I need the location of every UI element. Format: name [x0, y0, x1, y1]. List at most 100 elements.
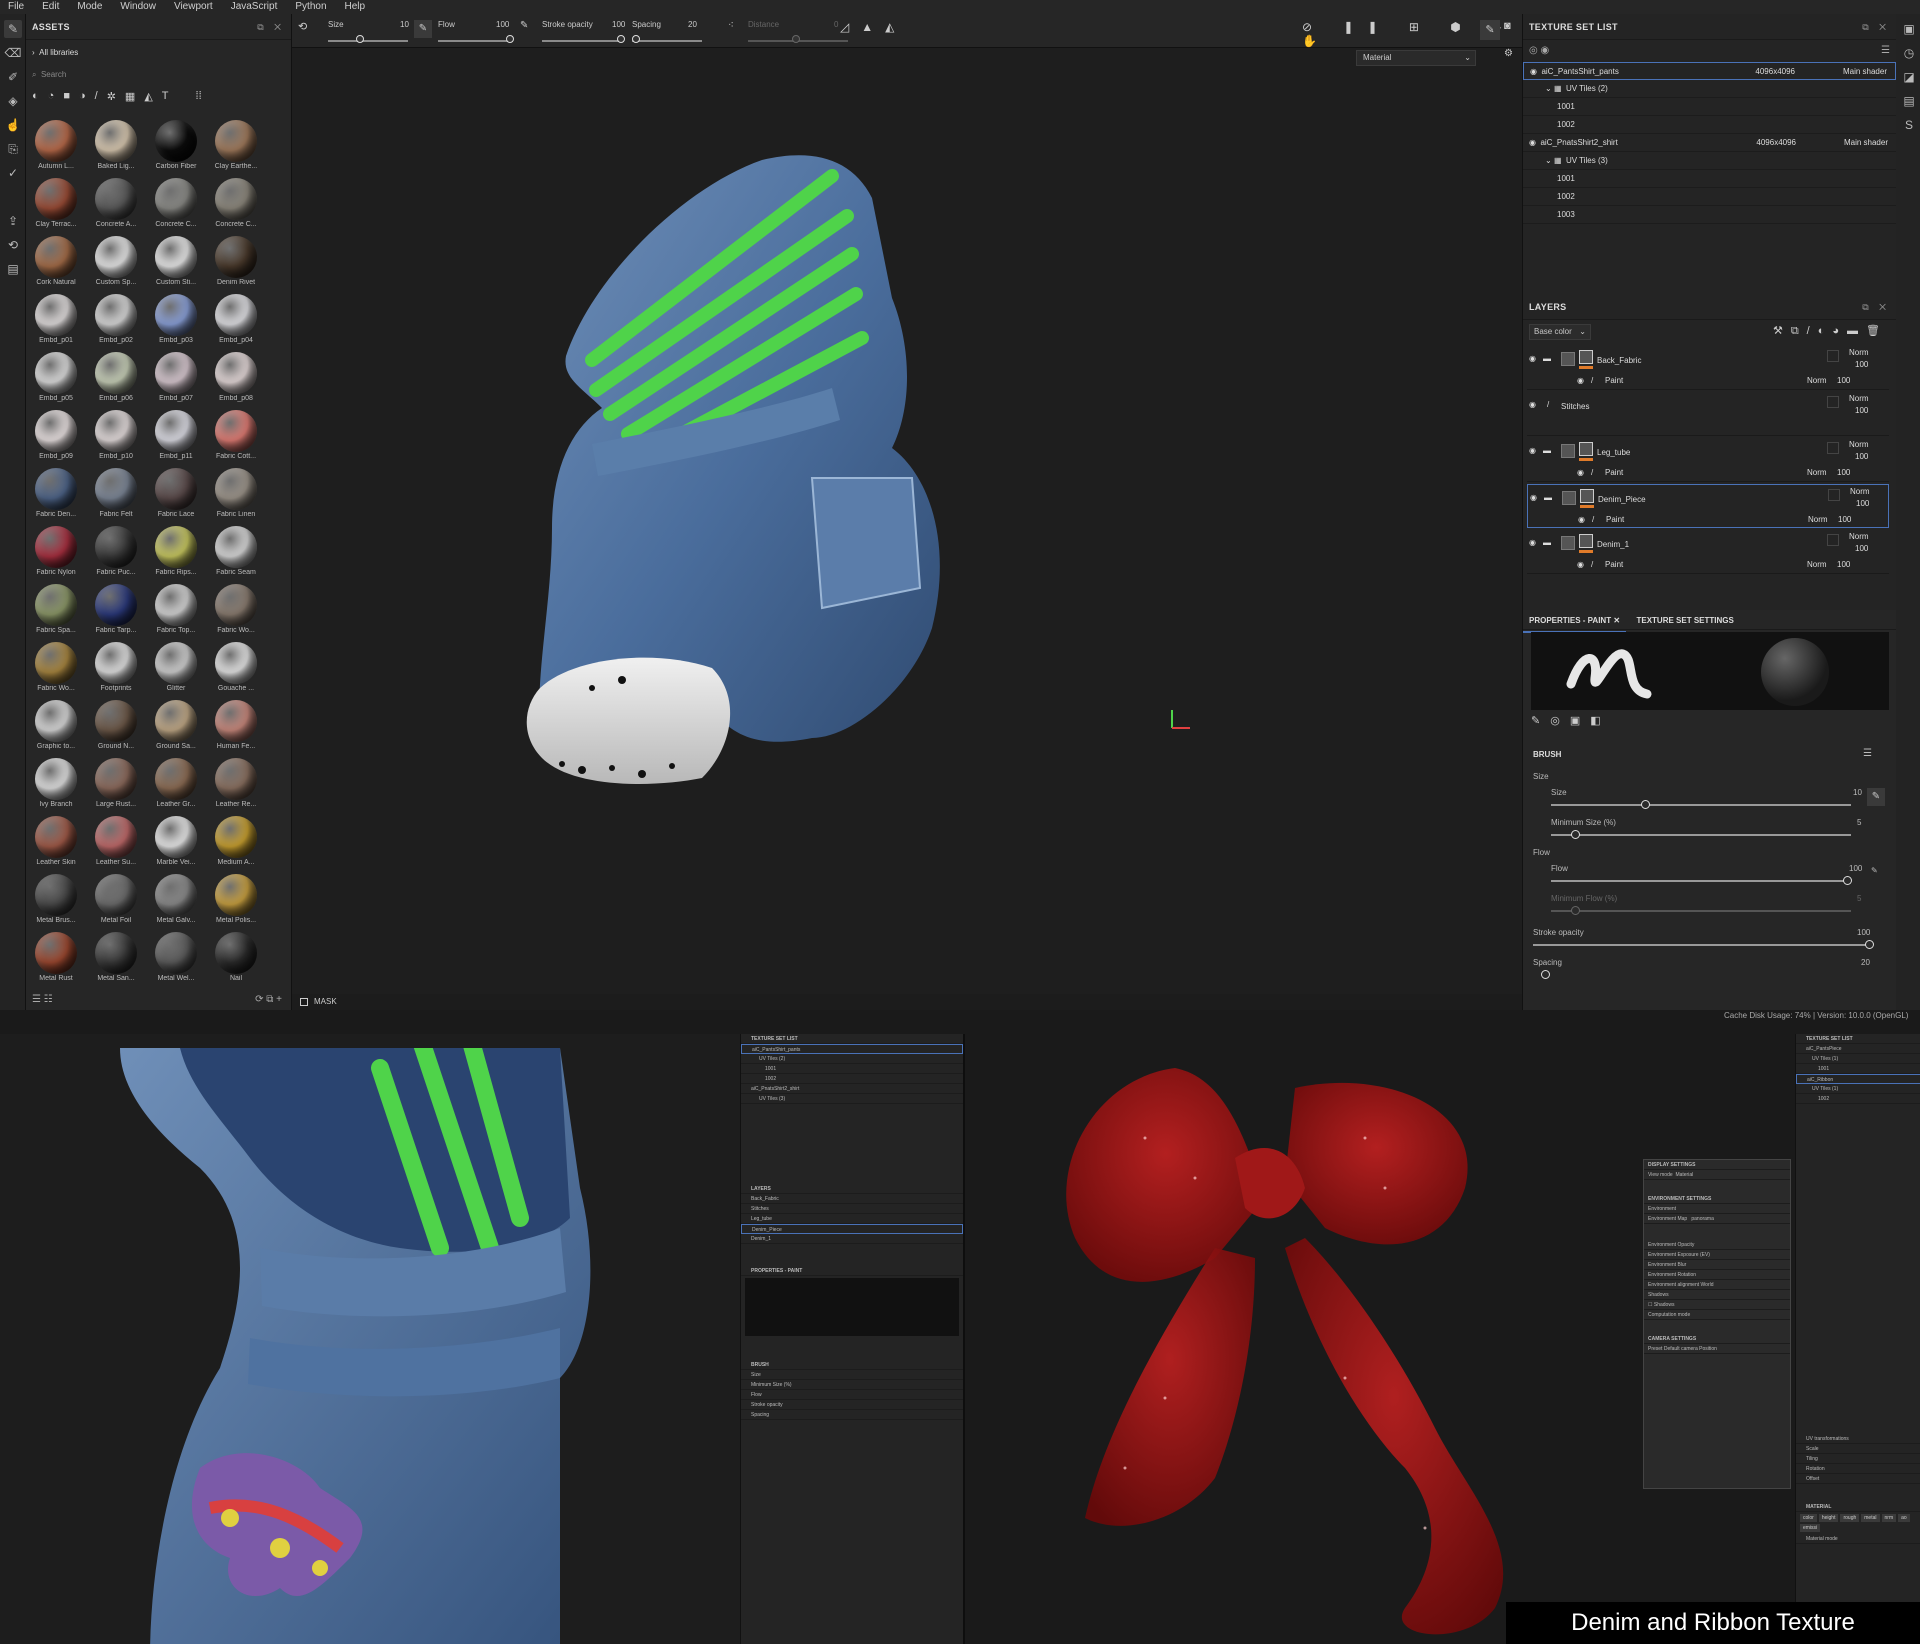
env-opacity-label[interactable]: Environment Opacity [1644, 1240, 1790, 1250]
eye-icon[interactable]: ◉ [1529, 400, 1536, 409]
preset-row[interactable]: Preset Default camera Position [1644, 1344, 1790, 1354]
filter-smart-mask-icon[interactable]: ◑ [79, 90, 86, 108]
position-button[interactable]: Position [1699, 1346, 1717, 1352]
material-thumbnail[interactable]: Carbon Fiber [150, 120, 202, 172]
layer-row[interactable]: ◉ ▬ Denim_Piece Norm 100 ◉ / Paint Norm 100 [1527, 484, 1889, 528]
layer-opacity[interactable]: 100 [1855, 544, 1868, 553]
sub-opacity[interactable]: 100 [1837, 376, 1850, 385]
menu-item[interactable]: Viewport [174, 0, 213, 14]
layer-blend[interactable]: Norm [1849, 348, 1869, 357]
camera-icon[interactable]: ◙ [1504, 20, 1511, 32]
texture-set-row[interactable]: ◉ aiC_PantsShirt_pants 4096x4096 Main shad… [1523, 62, 1896, 80]
env-alignment-row[interactable]: Environment alignment World [1644, 1280, 1790, 1290]
size-slider[interactable]: Size 10 [328, 20, 409, 43]
material-thumbnail[interactable]: Fabric Puc... [90, 526, 142, 578]
material-thumbnail[interactable]: Fabric Den... [30, 468, 82, 520]
sub-blend[interactable]: Norm [1807, 560, 1827, 569]
flow-knob[interactable] [1843, 876, 1852, 885]
tab-properties-paint[interactable]: PROPERTIES - PAINT ✕ [1523, 610, 1627, 633]
layer-opacity[interactable]: 100 [1855, 406, 1868, 415]
projection-tool-icon[interactable]: ✐ [4, 68, 22, 86]
menu-item[interactable]: Window [120, 0, 156, 14]
search-box[interactable]: ⌕ Search [32, 70, 282, 84]
filter-texture-icon[interactable]: ■ [63, 90, 70, 108]
material-thumbnail[interactable]: Denim Rivet [210, 236, 262, 288]
texture-set-list-icon[interactable]: ▣ [1900, 20, 1918, 38]
min-size-knob[interactable] [1571, 830, 1580, 839]
flow-track[interactable] [1551, 880, 1851, 882]
menu-item[interactable]: Help [345, 0, 366, 14]
display-settings-icon[interactable]: ◪ [1900, 68, 1918, 86]
chevron-down-icon[interactable]: ⌄ [1545, 84, 1552, 93]
layer-row[interactable]: ◉ / Stitches Norm 100 [1527, 392, 1889, 436]
ribbon-uv-tile[interactable]: 1001 [1796, 1064, 1920, 1074]
material-thumbnail[interactable]: Fabric Seam [210, 526, 262, 578]
material-thumbnail[interactable]: Embd_p05 [30, 352, 82, 404]
material-thumbnail[interactable]: Leather Su... [90, 816, 142, 868]
env-rotation-label[interactable]: Environment Rotation [1644, 1270, 1790, 1280]
ribbon-uv-tile[interactable]: 1002 [1796, 1094, 1920, 1104]
material-thumbnail[interactable]: Custom Sp... [90, 236, 142, 288]
material-thumbnail[interactable]: Concrete C... [210, 178, 262, 230]
material-thumbnail[interactable]: Custom Sti... [150, 236, 202, 288]
material-thumbnail[interactable]: Metal Galv... [150, 874, 202, 926]
mini-props-tab[interactable]: PROPERTIES - PAINT [741, 1266, 963, 1276]
material-thumbnail[interactable]: Metal Polis... [210, 874, 262, 926]
sub-opacity[interactable]: 100 [1837, 468, 1850, 477]
breadcrumb[interactable]: › All libraries [32, 48, 78, 57]
material-thumbnail[interactable]: Large Rust... [90, 758, 142, 810]
material-thumbnail[interactable]: Fabric Lace [150, 468, 202, 520]
filter-brush-icon[interactable]: / [95, 90, 98, 108]
visibility-icon[interactable]: ◎ ◉ [1529, 45, 1549, 56]
channel-button[interactable]: emissi [1800, 1524, 1821, 1532]
size-track[interactable] [1551, 804, 1851, 806]
mini-layer[interactable]: Stitches [741, 1204, 963, 1214]
min-flow-track[interactable] [1551, 910, 1851, 912]
material-thumbnail[interactable]: Footprints [90, 642, 142, 694]
material-thumbnail[interactable]: Embd_p01 [30, 294, 82, 346]
doc-icon[interactable]: ▤ [4, 260, 22, 278]
env-map-row[interactable]: Environment Map panorama [1644, 1214, 1790, 1224]
eye-icon[interactable]: ◉ [1577, 376, 1584, 385]
menu-icon[interactable]: ☰ [1881, 40, 1890, 62]
uv-tile-row[interactable]: 1003 [1523, 206, 1896, 224]
mask-checkbox-icon[interactable] [300, 998, 308, 1006]
uv-tiles-row[interactable]: ⌄ ▦ UV Tiles (3) [1523, 152, 1896, 170]
eye-icon[interactable]: ◉ [1530, 493, 1537, 502]
mini-uv-tile[interactable]: 1001 [741, 1064, 963, 1074]
material-thumbnail[interactable]: Fabric Nylon [30, 526, 82, 578]
menu-item[interactable]: Edit [42, 0, 59, 14]
material-thumbnail[interactable]: Fabric Felt [90, 468, 142, 520]
pressure-icon[interactable]: ✎ [520, 20, 528, 31]
symmetry-icon[interactable]: ⟲ [298, 20, 307, 33]
material-thumbnail[interactable]: Metal Brus... [30, 874, 82, 926]
tab-texture-set-settings[interactable]: TEXTURE SET SETTINGS [1630, 610, 1739, 631]
ribbon-uv-row[interactable]: UV Tiles (1) [1796, 1054, 1920, 1064]
material-thumbnail[interactable]: Glitter [150, 642, 202, 694]
mini-uv-tile[interactable]: 1002 [741, 1074, 963, 1084]
export-icon[interactable]: ⇪ [4, 212, 22, 230]
material-thumbnail[interactable]: Embd_p07 [150, 352, 202, 404]
material-thumbnail[interactable]: Leather Re... [210, 758, 262, 810]
eye-icon[interactable]: ◉ [1529, 354, 1536, 363]
min-flow-knob[interactable] [1571, 906, 1580, 915]
layer-blend[interactable]: Norm [1849, 440, 1869, 449]
ribbon-set-row[interactable]: aiC_Ribbon [1796, 1074, 1920, 1084]
layer-row[interactable]: ◉ ▬ Denim_1 Norm 100 ◉ / Paint Norm 100 [1527, 530, 1889, 574]
stroke-opacity-track[interactable] [1533, 944, 1869, 946]
mini-layer[interactable]: Back_Fabric [741, 1194, 963, 1204]
material-thumbnail[interactable]: Autumn L... [30, 120, 82, 172]
material-thumbnail[interactable]: Marble Vei... [150, 816, 202, 868]
geometry-fill-tool-icon[interactable]: ◈ [4, 92, 22, 110]
material-thumbnail[interactable]: Cork Natural [30, 236, 82, 288]
mini-uv-row[interactable]: UV Tiles (2) [741, 1054, 963, 1064]
color-picker-tool-icon[interactable]: ✓ [4, 164, 22, 182]
eye-icon[interactable]: ◉ [1530, 67, 1537, 76]
material-thumbnail[interactable]: Fabric Linen [210, 468, 262, 520]
material-thumbnail[interactable]: Metal Wel... [150, 932, 202, 984]
material-thumbnail[interactable]: Fabric Top... [150, 584, 202, 636]
sub-blend[interactable]: Norm [1808, 515, 1828, 524]
view-mode-row[interactable]: View mode Material [1644, 1170, 1790, 1180]
layer-row[interactable]: ◉ ▬ Leg_tube Norm 100 ◉ / Paint Norm 100 [1527, 438, 1889, 482]
material-thumbnail[interactable]: Medium A... [210, 816, 262, 868]
